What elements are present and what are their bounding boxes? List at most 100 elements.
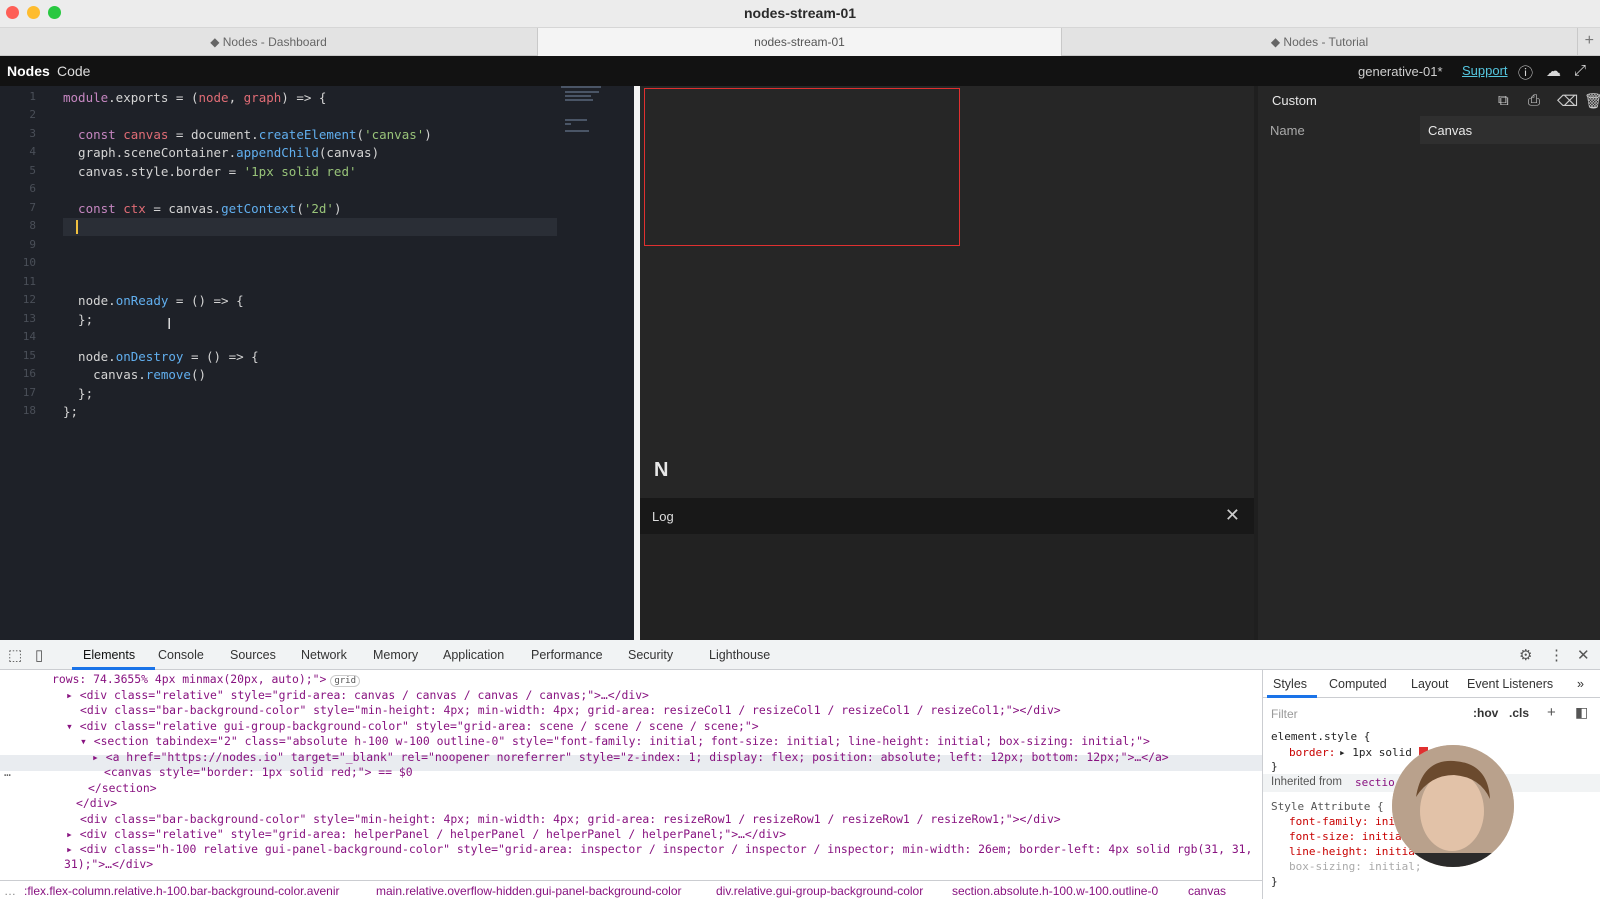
devtools-tab-bar: ⬚ ▯ Elements Console Sources Network Mem…	[0, 640, 1600, 670]
support-link[interactable]: Support	[1462, 63, 1508, 78]
eraser-icon[interactable]: ⌫	[1557, 92, 1578, 110]
tab-security[interactable]: Security	[628, 648, 673, 662]
code-view-icon[interactable]: ⧉	[1498, 92, 1509, 109]
tab-nodes-tutorial[interactable]: ◆ Nodes - Tutorial	[1062, 28, 1578, 56]
device-toolbar-icon[interactable]: ▯	[35, 646, 43, 664]
log-panel: Log ✕	[640, 498, 1254, 640]
dom-node-line[interactable]: <canvas style="border: 1px solid red;"> …	[104, 765, 413, 779]
dom-node-line[interactable]: ▸ <div class="relative" style="grid-area…	[66, 827, 786, 841]
line-number: 15	[22, 349, 36, 362]
dom-node-line[interactable]: <div class="bar-background-color" style=…	[80, 703, 1061, 717]
styles-filter-input[interactable]: Filter	[1271, 707, 1298, 721]
style-property[interactable]: font-family: ini	[1289, 815, 1395, 828]
app-toolbar: Nodes Code generative-01* Support ⓘ ☁ ⤢	[0, 56, 1600, 86]
line-number: 12	[22, 293, 36, 306]
dom-node-line[interactable]: ▸ <a href="https://nodes.io" target="_bl…	[92, 750, 1169, 764]
tab-nodes-stream[interactable]: nodes-stream-01	[538, 28, 1062, 56]
tab-console[interactable]: Console	[158, 648, 204, 662]
more-tabs-icon[interactable]: »	[1577, 677, 1584, 691]
code-line: graph.sceneContainer.appendChild(canvas)	[63, 145, 380, 160]
devtools-panel: ⬚ ▯ Elements Console Sources Network Mem…	[0, 640, 1600, 899]
webcam-overlay	[1392, 745, 1514, 867]
line-number: 18	[22, 404, 36, 417]
code-line: };	[63, 386, 94, 401]
style-property[interactable]: box-sizing: initial;	[1289, 860, 1421, 873]
trash-icon[interactable]: 🗑	[1584, 92, 1600, 110]
border-property[interactable]: border:	[1289, 746, 1335, 759]
tab-memory[interactable]: Memory	[373, 648, 418, 662]
inherited-label: Inherited from	[1271, 776, 1342, 788]
info-icon[interactable]: ⓘ	[1518, 62, 1533, 83]
code-line: const ctx = canvas.getContext('2d')	[63, 201, 342, 216]
cls-toggle[interactable]: .cls	[1509, 706, 1529, 720]
style-attribute-rule: Style Attribute {	[1271, 800, 1384, 813]
code-menu[interactable]: Code	[57, 63, 90, 79]
add-rule-icon[interactable]: +	[1547, 704, 1556, 721]
line-number: 11	[22, 275, 36, 288]
hov-toggle[interactable]: :hov	[1473, 706, 1498, 720]
tab-event-listeners[interactable]: Event Listeners	[1467, 677, 1553, 691]
style-property[interactable]: line-height: initia	[1289, 845, 1415, 858]
export-icon[interactable]: ⎙	[1528, 92, 1540, 109]
tab-nodes-dashboard[interactable]: ◆ Nodes - Dashboard	[0, 28, 538, 56]
breadcrumb-item[interactable]: section.absolute.h-100.w-100.outline-0	[952, 884, 1158, 898]
dom-node-line[interactable]: 31);">…</div>	[64, 857, 153, 871]
styles-tab-bar: Styles Computed Layout Event Listeners »	[1263, 670, 1600, 698]
minimap[interactable]	[561, 86, 631, 146]
dom-node-line[interactable]: ▾ <section tabindex="2" class="absolute …	[80, 734, 1150, 748]
name-field[interactable]: Canvas	[1420, 116, 1600, 144]
dom-breadcrumbs: … :flex.flex-column.relative.h-100.bar-b…	[0, 880, 1262, 899]
scene-canvas	[644, 88, 960, 246]
tab-application[interactable]: Application	[443, 648, 504, 662]
tab-computed[interactable]: Computed	[1329, 677, 1387, 691]
element-style-rule: element.style {	[1271, 730, 1371, 743]
tab-elements[interactable]: Elements	[83, 648, 135, 662]
line-number-gutter: 1 2 3 4 5 6 7 8 9 10 11 12 13 14 15 16 1…	[0, 86, 42, 640]
line-number: 13	[22, 312, 36, 325]
more-options-icon[interactable]: ⋮	[1549, 646, 1564, 664]
dom-node-line[interactable]: </div>	[76, 796, 117, 810]
node-actions-icon[interactable]: …	[4, 765, 11, 779]
close-icon[interactable]: ✕	[1577, 646, 1590, 664]
breadcrumb-item[interactable]: :flex.flex-column.relative.h-100.bar-bac…	[24, 884, 340, 898]
tab-lighthouse[interactable]: Lighthouse	[709, 648, 770, 662]
inspect-element-icon[interactable]: ⬚	[8, 646, 22, 664]
breadcrumb-item[interactable]: main.relative.overflow-hidden.gui-panel-…	[376, 884, 682, 898]
nodes-logo[interactable]: N	[654, 459, 668, 482]
dom-node-line[interactable]: rows: 74.3655% 4px minmax(20px, auto);">…	[52, 672, 360, 687]
new-tab-button[interactable]: +	[1585, 32, 1594, 50]
log-header: Log ✕	[640, 498, 1254, 534]
current-line-highlight	[63, 218, 557, 236]
line-number: 8	[29, 219, 36, 232]
gear-icon[interactable]: ⚙	[1519, 646, 1532, 664]
close-icon[interactable]: ✕	[1225, 505, 1240, 526]
dom-node-line[interactable]: ▾ <div class="relative gui-group-backgro…	[66, 719, 759, 733]
tab-layout[interactable]: Layout	[1411, 677, 1449, 691]
dom-node-line[interactable]: </section>	[88, 781, 157, 795]
inherited-element[interactable]: sectio	[1355, 776, 1395, 789]
dom-node-line[interactable]: ▸ <div class="h-100 relative gui-panel-b…	[66, 842, 1252, 856]
tab-styles[interactable]: Styles	[1273, 677, 1307, 691]
dom-tree[interactable]: rows: 74.3655% 4px minmax(20px, auto);">…	[0, 670, 1262, 880]
cloud-icon[interactable]: ☁	[1546, 62, 1561, 80]
line-number: 10	[22, 256, 36, 269]
tab-network[interactable]: Network	[301, 648, 347, 662]
style-property[interactable]: font-size: initia	[1289, 830, 1402, 843]
tab-sources[interactable]: Sources	[230, 648, 276, 662]
border-value[interactable]: ▸ 1px solid	[1339, 746, 1412, 759]
code-line: canvas.remove()	[63, 367, 207, 382]
tab-performance[interactable]: Performance	[531, 648, 603, 662]
grid-badge[interactable]: grid	[330, 675, 360, 687]
inspector-panel: Custom ⧉ ⎙ ⌫ 🗑 Name Canvas	[1258, 86, 1600, 640]
line-number: 16	[22, 367, 36, 380]
dom-node-line[interactable]: <div class="bar-background-color" style=…	[80, 812, 1061, 826]
fullscreen-icon[interactable]: ⤢	[1574, 62, 1586, 79]
browser-tab-bar: ◆ Nodes - Dashboard nodes-stream-01 ◆ No…	[0, 28, 1600, 56]
toggle-sidebar-icon[interactable]: ◧	[1575, 704, 1588, 721]
nodes-menu[interactable]: Nodes	[7, 63, 50, 79]
code-editor[interactable]: 1 2 3 4 5 6 7 8 9 10 11 12 13 14 15 16 1…	[0, 86, 634, 640]
dom-node-line[interactable]: ▸ <div class="relative" style="grid-area…	[66, 688, 649, 702]
breadcrumb-item[interactable]: canvas	[1188, 884, 1226, 898]
breadcrumb-item[interactable]: div.relative.gui-group-background-color	[716, 884, 923, 898]
scene-panel: N	[640, 86, 1254, 498]
